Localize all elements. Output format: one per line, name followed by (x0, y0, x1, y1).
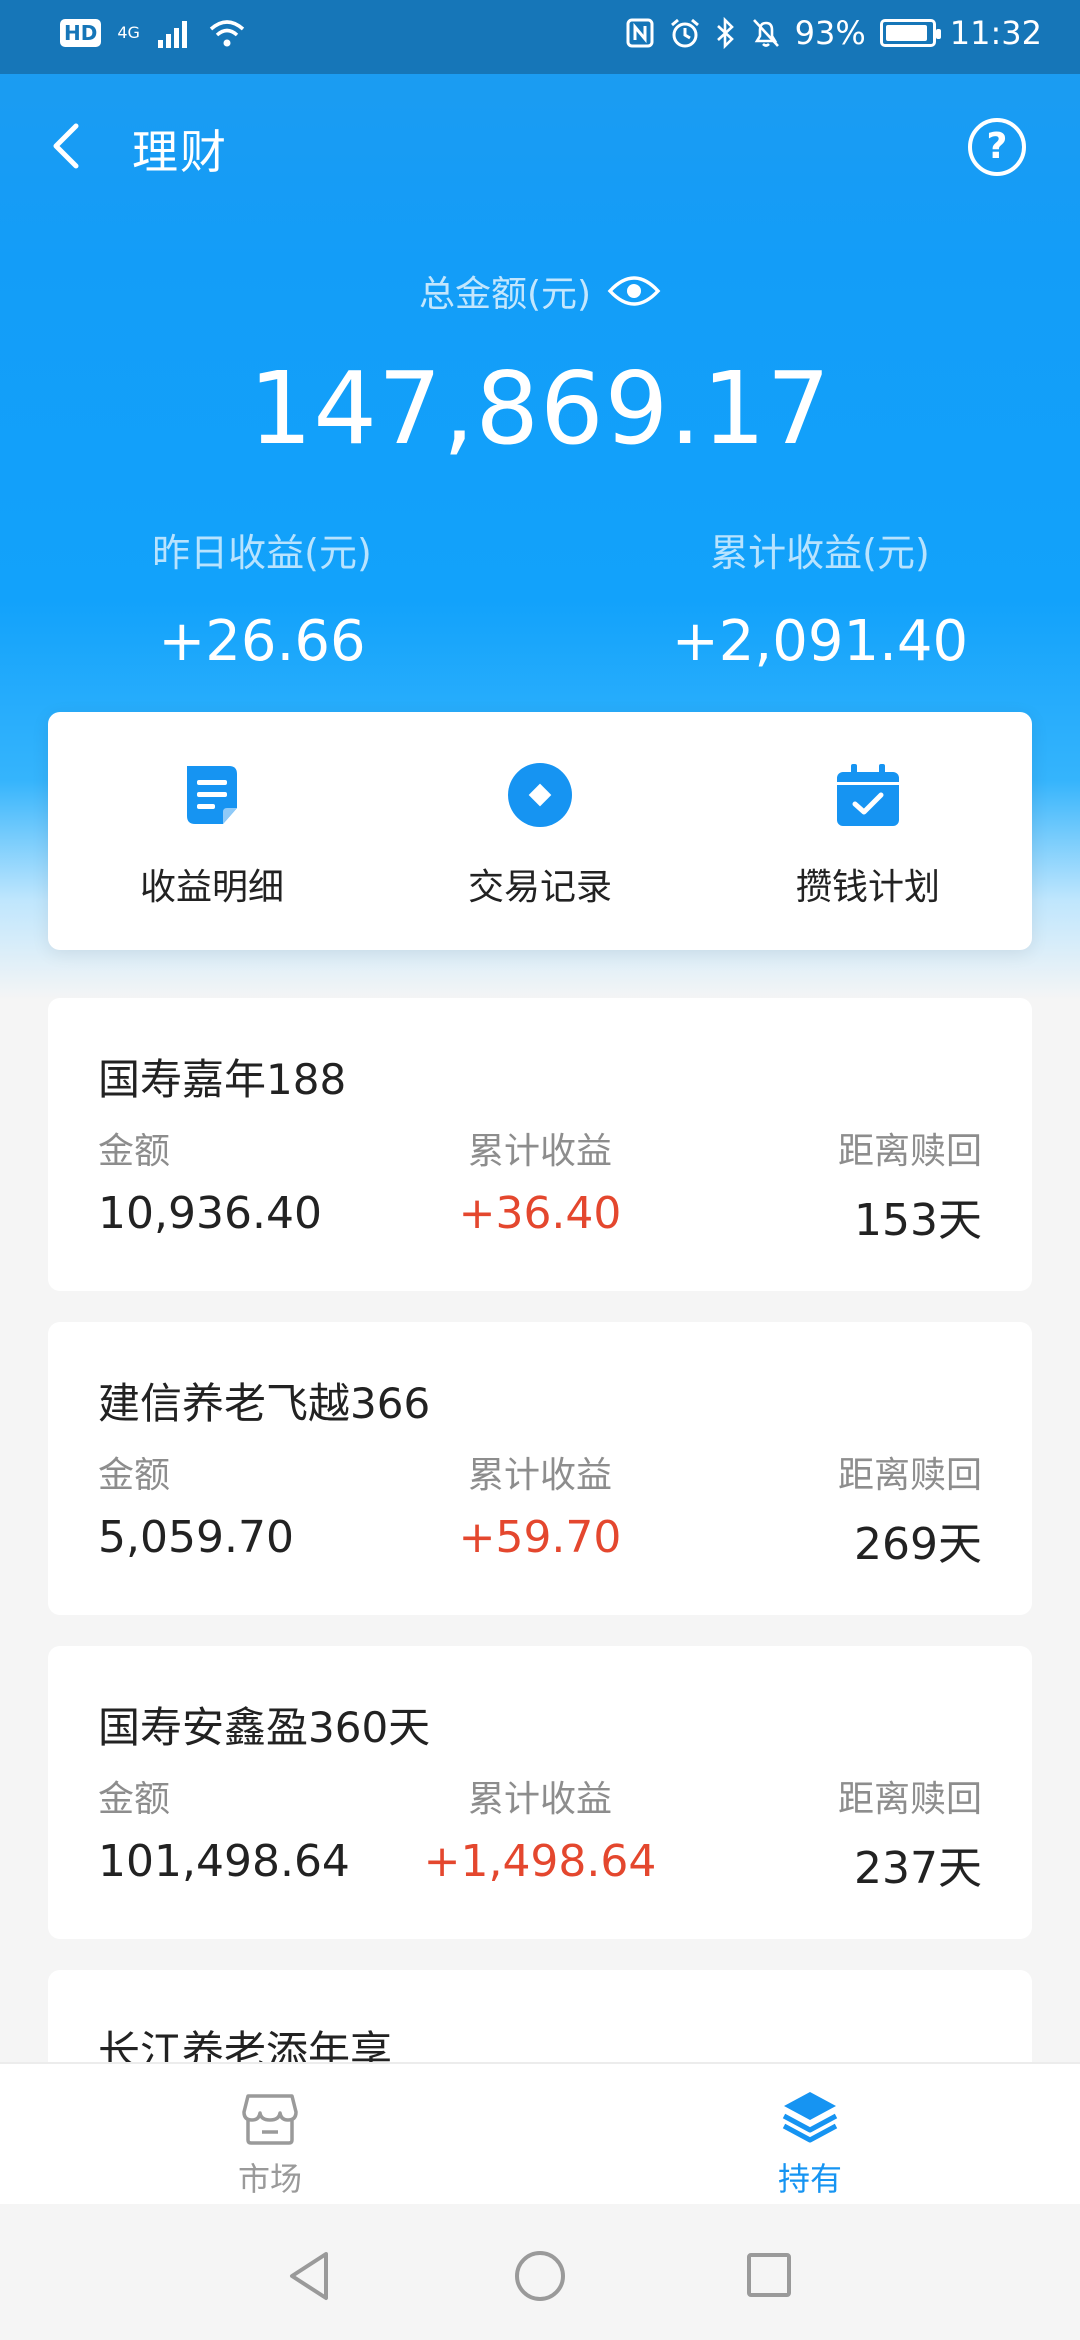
holding-name: 国寿嘉年188 (98, 1055, 347, 1104)
back-arrow-icon[interactable] (40, 116, 100, 176)
signal-icon (157, 21, 187, 48)
app-screen: HD 4G 93% 11:32 理财 ? 总金额(元) 147,869.17 昨… (0, 0, 1080, 2340)
page-title: 理财 (132, 125, 228, 179)
action-label: 交易记录 (467, 867, 612, 908)
holding-days-to-redeem: 237天 (854, 1843, 982, 1894)
tab-label: 市场 (237, 2160, 302, 2198)
tab-market[interactable]: 市场 (0, 2064, 540, 2204)
yesterday-earnings: 昨日收益(元) +26.66 (62, 522, 462, 674)
help-icon[interactable]: ? (968, 118, 1026, 176)
document-icon (187, 766, 237, 824)
storefront-icon (242, 2094, 298, 2145)
holding-name: 建信养老飞越366 (98, 1379, 431, 1428)
record-icon (508, 763, 572, 827)
nfc-icon (626, 18, 654, 48)
recent-apps-square-icon[interactable] (746, 2252, 792, 2298)
eye-icon[interactable] (607, 273, 661, 309)
cumulative-earnings: 累计收益(元) +2,091.40 (620, 522, 1020, 674)
back-triangle-icon[interactable] (286, 2250, 334, 2302)
holding-days-to-redeem: 269天 (854, 1519, 982, 1570)
cumulative-earnings-label: 累计收益(元) (710, 531, 930, 575)
redeem-label: 距离赎回 (837, 1455, 982, 1496)
action-savings-plan[interactable]: 攒钱计划 (704, 712, 1032, 950)
wifi-icon (209, 20, 245, 47)
holding-days-to-redeem: 153天 (854, 1195, 982, 1246)
yesterday-earnings-value: +26.66 (158, 609, 366, 674)
total-amount-value: 147,869.17 (248, 350, 832, 467)
clock: 11:32 (949, 14, 1042, 52)
action-transaction-records[interactable]: 交易记录 (376, 712, 704, 950)
cumulative-earnings-value: +2,091.40 (671, 609, 969, 674)
tab-holdings[interactable]: 持有 (540, 2064, 1080, 2204)
network-type: 4G (117, 23, 140, 42)
action-earnings-detail[interactable]: 收益明细 (48, 712, 376, 950)
holding-card[interactable]: 建信养老飞越366 金额 累计收益 距离赎回 5,059.70 +59.70 2… (48, 1322, 1032, 1615)
alarm-icon (670, 18, 699, 48)
redeem-label: 距离赎回 (837, 1779, 982, 1820)
bluetooth-icon (716, 17, 734, 49)
battery-percent: 93% (794, 14, 866, 52)
calendar-check-icon (837, 764, 899, 826)
total-amount-label: 总金额(元) (418, 274, 592, 315)
status-bar: HD 4G 93% 11:32 (0, 0, 1080, 74)
action-label: 收益明细 (139, 867, 284, 908)
holding-name: 国寿安鑫盈360天 (98, 1703, 431, 1752)
home-circle-icon[interactable] (514, 2250, 566, 2302)
holding-card[interactable]: 国寿嘉年188 金额 累计收益 距离赎回 10,936.40 +36.40 15… (48, 998, 1032, 1291)
mute-icon (752, 19, 779, 47)
yesterday-earnings-label: 昨日收益(元) (152, 531, 372, 575)
total-label-row: 总金额(元) (0, 265, 1080, 317)
redeem-label: 距离赎回 (837, 1131, 982, 1172)
tab-label: 持有 (777, 2160, 842, 2198)
hd-badge: HD (60, 19, 102, 47)
system-navigation-bar (0, 2204, 1080, 2340)
holding-card[interactable]: 国寿安鑫盈360天 金额 累计收益 距离赎回 101,498.64 +1,498… (48, 1646, 1032, 1939)
nav-bar: 理财 ? (0, 74, 1080, 224)
layers-icon (782, 2092, 838, 2143)
action-label: 攒钱计划 (795, 867, 940, 908)
battery-icon (879, 19, 941, 47)
quick-actions-card: 收益明细 交易记录 攒钱计划 (48, 712, 1032, 950)
bottom-tab-bar: 市场 持有 (0, 2062, 1080, 2204)
